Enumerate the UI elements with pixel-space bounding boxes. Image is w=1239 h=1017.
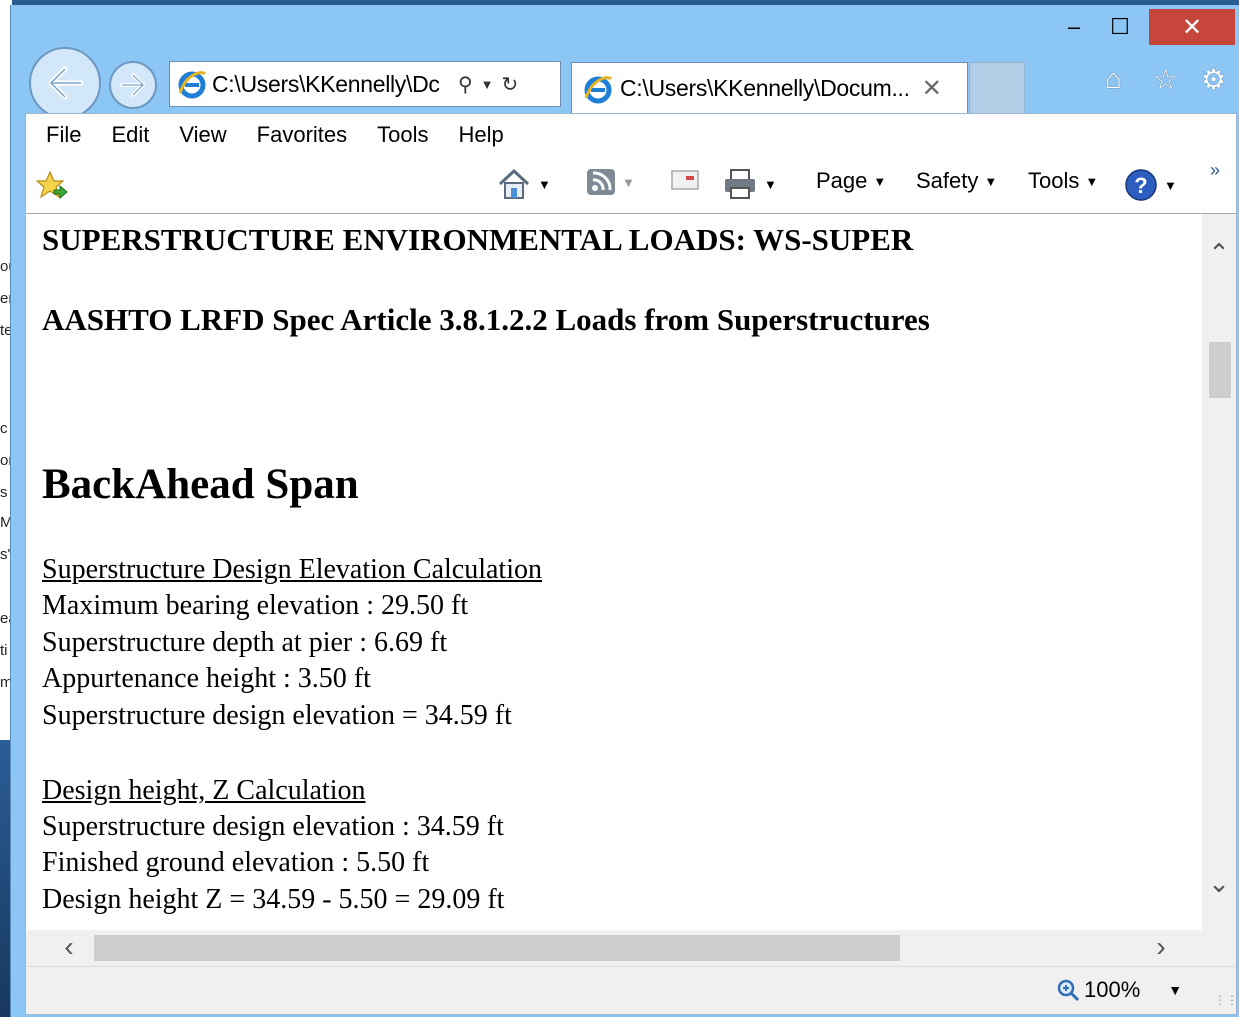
- menu-file[interactable]: File: [26, 122, 96, 148]
- browser-window: – ☐ ✕ C:\Users\KKennelly\Dc ⚲ ▼ ↻ C:\Use…: [10, 5, 1239, 1017]
- maximize-button[interactable]: ☐: [1097, 9, 1143, 45]
- back-button[interactable]: [29, 47, 101, 119]
- scroll-down-icon[interactable]: ⌄: [1202, 866, 1236, 900]
- horizontal-scroll-thumb[interactable]: [94, 935, 900, 961]
- chevron-down-icon: ▼: [1085, 173, 1099, 189]
- close-button[interactable]: ✕: [1149, 9, 1235, 45]
- horizontal-scrollbar[interactable]: ‹ ›: [26, 930, 1202, 966]
- menu-favorites[interactable]: Favorites: [242, 122, 362, 148]
- vertical-scrollbar[interactable]: ⌃ ⌄: [1202, 214, 1236, 930]
- new-tab-button[interactable]: [969, 62, 1025, 114]
- calc-line: Design height Z = 34.59 - 5.50 = 29.09 f…: [42, 884, 505, 915]
- scroll-right-icon[interactable]: ›: [1144, 930, 1178, 966]
- refresh-icon[interactable]: ↻: [502, 72, 519, 97]
- menu-tools[interactable]: Tools: [362, 122, 443, 148]
- zoom-level: 100%: [1084, 977, 1141, 1002]
- read-mail-icon[interactable]: [670, 168, 700, 192]
- tab-title: C:\Users\KKennelly\Docum...: [620, 75, 910, 101]
- forward-arrow-icon: [120, 73, 145, 97]
- chevron-down-icon[interactable]: ▼: [538, 177, 551, 192]
- chevron-down-icon[interactable]: ▼: [622, 175, 635, 190]
- menu-help[interactable]: Help: [444, 122, 519, 148]
- calc-line: Appurtenance height : 3.50 ft: [42, 663, 371, 694]
- calc-line: Superstructure design elevation : 34.59 …: [42, 811, 504, 842]
- more-commands-icon[interactable]: »: [1210, 160, 1220, 181]
- calc-line: Finished ground elevation : 5.50 ft: [42, 847, 430, 878]
- tab-active[interactable]: C:\Users\KKennelly\Docum... ✕: [571, 62, 968, 114]
- calc-line: Superstructure depth at pier : 6.69 ft: [42, 627, 448, 658]
- scrollbar-corner: [1202, 930, 1236, 966]
- spec-heading: AASHTO LRFD Spec Article 3.8.1.2.2 Loads…: [42, 302, 930, 337]
- page-menu-label: Page: [816, 168, 868, 193]
- status-bar: 100% ▼ ⋮⋮: [26, 966, 1238, 1014]
- gear-icon[interactable]: ⚙: [1201, 63, 1226, 96]
- zoom-control[interactable]: 100% ▼: [1056, 977, 1182, 1003]
- minimize-button[interactable]: –: [1051, 9, 1097, 45]
- favorites-star-icon[interactable]: ☆: [1153, 63, 1178, 96]
- feeds-icon[interactable]: ▼: [586, 168, 635, 196]
- zoom-icon: [1057, 979, 1080, 1002]
- svg-text:?: ?: [1134, 173, 1147, 198]
- tab-close-icon[interactable]: ✕: [922, 74, 942, 103]
- back-arrow-icon: [48, 66, 84, 100]
- resize-grip-icon[interactable]: ⋮⋮: [1214, 993, 1238, 1007]
- home-icon[interactable]: ⌂: [1105, 63, 1122, 95]
- address-bar[interactable]: C:\Users\KKennelly\Dc ⚲ ▼ ↻: [169, 61, 561, 107]
- page-title: SUPERSTRUCTURE ENVIRONMENTAL LOADS: WS-S…: [42, 222, 914, 257]
- chevron-down-icon: ▼: [984, 173, 998, 189]
- vertical-scroll-thumb[interactable]: [1209, 342, 1231, 398]
- safety-menu[interactable]: Safety ▼: [916, 168, 997, 194]
- document-content: SUPERSTRUCTURE ENVIRONMENTAL LOADS: WS-S…: [26, 214, 1202, 930]
- chevron-down-icon: ▼: [873, 173, 887, 189]
- add-favorite-icon[interactable]: [36, 170, 68, 200]
- span-title: BackAhead Span: [42, 461, 359, 508]
- section-title: Design height, Z Calculation: [42, 775, 366, 806]
- tools-menu[interactable]: Tools ▼: [1028, 168, 1098, 194]
- print-icon[interactable]: ▼: [722, 168, 777, 200]
- section-title: Superstructure Design Elevation Calculat…: [42, 554, 542, 585]
- search-icon[interactable]: ⚲: [458, 72, 473, 97]
- page-menu[interactable]: Page ▼: [816, 168, 886, 194]
- menu-edit[interactable]: Edit: [96, 122, 164, 148]
- browser-body: File Edit View Favorites Tools Help ▼ ▼: [25, 113, 1238, 1015]
- dropdown-caret-icon[interactable]: ▼: [481, 77, 494, 92]
- chevron-down-icon[interactable]: ▼: [764, 177, 777, 192]
- menu-view[interactable]: View: [164, 122, 241, 148]
- forward-button[interactable]: [109, 61, 157, 109]
- scroll-up-icon[interactable]: ⌃: [1202, 236, 1236, 270]
- ie-logo-icon: [584, 75, 613, 103]
- calc-line: Superstructure design elevation = 34.59 …: [42, 700, 512, 731]
- chevron-down-icon[interactable]: ▼: [1164, 178, 1177, 193]
- address-url[interactable]: C:\Users\KKennelly\Dc: [212, 71, 450, 98]
- scroll-left-icon[interactable]: ‹: [52, 930, 86, 966]
- calc-line: Maximum bearing elevation : 29.50 ft: [42, 590, 469, 621]
- command-bar: ▼ ▼ ▼ Page ▼ Safety ▼ Tools ▼ ? ▼ »: [26, 156, 1236, 214]
- tools-menu-label: Tools: [1028, 168, 1080, 193]
- chevron-down-icon[interactable]: ▼: [1168, 982, 1182, 998]
- home-page-icon[interactable]: ▼: [496, 168, 551, 200]
- safety-menu-label: Safety: [916, 168, 979, 193]
- ie-logo-icon: [178, 71, 207, 99]
- help-icon[interactable]: ? ▼: [1124, 168, 1177, 202]
- menu-bar: File Edit View Favorites Tools Help: [26, 114, 1236, 156]
